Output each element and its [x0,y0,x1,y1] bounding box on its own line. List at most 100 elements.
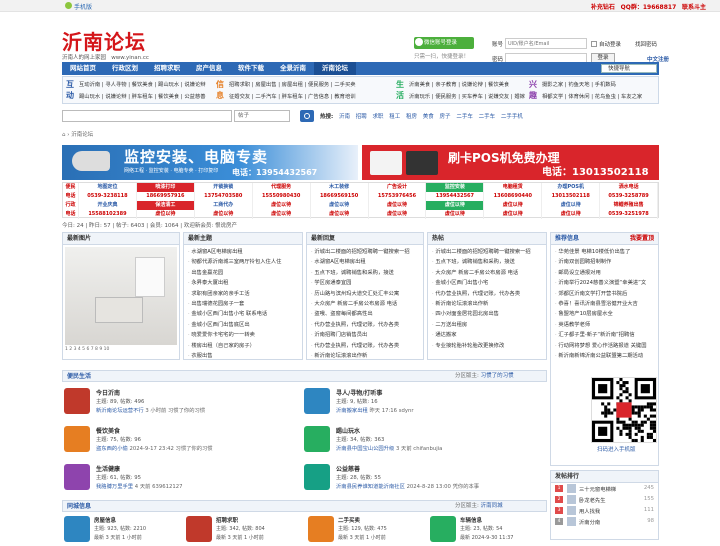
forum-name[interactable]: 生活健康 [96,464,120,473]
ad-grid-cell[interactable]: 监控安装 [426,183,485,192]
hot-topic-link[interactable]: 通达搬家 [432,330,542,340]
ad-grid-cell[interactable]: 虚位以待 [369,201,427,210]
top-link-2[interactable]: 联系斗主 [682,4,706,11]
hot-keyword[interactable]: 招聘 [356,114,367,120]
forum-icon[interactable] [304,388,330,414]
recommend-link[interactable]: 汇子都子里-新子“新沂南”招聘信 [555,330,654,340]
forum-name[interactable]: 二手买卖 [338,516,360,524]
nav-jobs[interactable]: 招聘求职 [146,62,188,75]
ad-grid-cell[interactable]: 13608690440 [484,192,543,201]
forum-icon[interactable] [304,426,330,452]
hot-topic-link[interactable]: 专业接轮胎补轮胎改更换修改 [432,341,542,351]
reply-link[interactable]: 学区房通泰宜园 [311,278,419,288]
ad-grid-cell[interactable]: 虚位以待 [484,201,543,210]
nav-home[interactable]: 网站首页 [62,62,104,75]
wechat-login-button[interactable]: 微信账号登录 [414,37,474,49]
forum-entry[interactable]: 今日沂南 主题: 89, 帖数: 496 新沂南论坛运营不行 3 小时前 习惯了你的… [64,386,304,418]
ad-grid-cell[interactable]: 虚位以待 [542,201,601,210]
hot-keyword[interactable]: 求职 [372,114,383,120]
recommend-link[interactable]: 新沂南新锦沂南公益联盟第二期活动 [555,351,654,361]
ad-grid-cell[interactable]: 虚位以待 [484,210,543,219]
hot-topic-link[interactable]: 沂城出二楼面的招短短聘聘一键搜索一招 [432,247,542,257]
recommend-link[interactable]: 华苑佳景 电梯10楼低价出售了 [555,247,654,257]
banner-pos[interactable]: 刷卡POS机免费办理 电话：13013502118 [362,145,659,180]
topic-link[interactable]: 求职有团亲家的亲手工活 [188,289,298,299]
forum-icon[interactable] [64,516,90,542]
forum-name[interactable]: 房屋信息 [94,516,116,524]
forum-icon[interactable] [308,516,334,542]
forum-icon[interactable] [64,426,90,452]
forum-entry[interactable]: 公益慈善 主题: 28, 帖数: 55 沂南县民养谁知道能沂南社区 2024-8-2… [304,462,544,494]
ad-grid-cell[interactable]: 虚位以待 [253,210,311,219]
forum-last-post[interactable]: 盗东西的小偷 2024-9-17 23:42 习惯了你的习惯 [96,444,213,452]
ranking-row[interactable]: 4 沂南分南 98 [551,516,658,527]
banner-cctv[interactable]: 监控安装、电脑专卖 网络工程 · 监控安装 · 电脑专卖 · 打印复印 电话：1… [62,145,358,180]
hot-keyword[interactable]: 沂南 [339,114,350,120]
forum-name[interactable]: 车辆信息 [460,516,482,524]
ad-grid-cell[interactable]: 工商代办 [195,201,253,210]
checkbox-icon[interactable] [591,40,597,47]
hot-topic-link[interactable]: 新沂南论坛滚滚出作新 [432,299,542,309]
nav-districts[interactable]: 行政区划 [104,62,146,75]
search-scope-select[interactable]: 帖子 [234,110,290,122]
forum-name[interactable]: 招聘求职 [216,516,238,524]
ad-grid-cell[interactable]: 木工装修 [311,183,369,192]
forum-name[interactable]: 寻人/寻物/打听事 [336,388,382,397]
forum-last-post[interactable]: 新沂南论坛运营不行 3 小时前 习惯了你的习惯 [96,406,205,414]
forum-entry[interactable]: 车辆信息 主题: 23, 帖数: 54 最新 2024-9-30 11:37 [430,514,548,546]
ad-grid-cell[interactable]: 虚位以待 [542,210,601,219]
ad-grid-cell[interactable]: 虚位以待 [311,201,369,210]
hot-keyword[interactable]: 二手车 [479,114,496,120]
ad-grid-cell[interactable]: 地图定位 [79,183,137,192]
ad-grid-cell[interactable]: 办理POS机 [542,183,601,192]
hot-topic-link[interactable]: 二万送出租房 [432,320,542,330]
quick-nav-dropdown[interactable]: 快捷导航 [601,64,657,73]
reply-link[interactable]: 新沂南论坛滚滚出作新 [311,351,419,361]
top-link-1[interactable]: QQ群：19668817 [621,4,677,11]
recommend-link[interactable]: 沂南举行2024慈善义演暨“幸美进”文 [555,278,654,288]
ad-grid-cell[interactable]: 虚位以待 [369,210,427,219]
topic-link[interactable]: 出售瑞德花园房子一套 [188,299,298,309]
topic-link[interactable]: 出售金赢花园 [188,268,298,278]
recommend-link[interactable]: 恭喜！喜讯沂南县雪浴健开业大吉 [555,299,654,309]
ad-grid-cell[interactable]: 虚位以待 [311,210,369,219]
rank-user[interactable]: 用人找我 [579,507,600,515]
ad-grid-cell[interactable]: 代理服务 [253,183,311,192]
forum-entry[interactable]: 二手买卖 主题: 129, 帖数: 475 最新 3 天前 1 小时前 [308,514,426,546]
ranking-row[interactable]: 3 用人找我 111 [551,505,658,516]
avatar[interactable] [567,495,576,504]
topic-link[interactable]: 衣服出售 [188,351,298,361]
ad-grid-cell[interactable]: 电脑租赁 [484,183,543,192]
category-links-2[interactable]: 沂南美食 | 亲子教育 | 说嫌论辩 | 餐饮美食 沂南玩乐 | 便民服务 | 买… [409,79,525,103]
hot-keyword[interactable]: 二手车 [456,114,473,120]
forum-name[interactable]: 今日沂南 [96,388,120,397]
qr-caption[interactable]: 扫码进入手机版 [597,445,636,453]
topic-link[interactable]: 金城小区西门出售底区出 [188,320,298,330]
ad-grid-cell[interactable]: 开业庆典 [79,201,137,210]
ad-grid-cell[interactable]: 开锁换锁 [195,183,253,192]
reply-link[interactable]: 沂城出二楼面的招短短聘聘一键搜索一招 [311,247,419,257]
forum-icon[interactable] [430,516,456,542]
recommend-link[interactable]: 沂南双创园聘招制制作 [555,257,654,267]
hot-keyword[interactable]: 房子 [440,114,451,120]
ad-grid-cell[interactable]: 保洁清工 [136,201,195,210]
nav-software[interactable]: 软件下载 [230,62,272,75]
ad-grid-cell[interactable]: 0539-3251978 [600,210,659,219]
forum-name[interactable]: 公益慈善 [336,464,360,473]
forum-icon[interactable] [186,516,212,542]
ad-grid-cell[interactable]: 15588102389 [79,210,137,219]
ad-grid-cell[interactable]: 广告设计 [369,183,427,192]
hot-topic-link[interactable]: 代办营业执照，代理记账，代办各类 [432,289,542,299]
forum-entry[interactable]: 房屋信息 主题: 923, 帖数: 2210 最新 3 天前 1 小时前 [64,514,182,546]
reply-link[interactable]: 沂南招聘门店销售员出 [311,330,419,340]
top-link-0[interactable]: 补充钻石 [591,4,615,11]
rank-user[interactable]: 沂南分南 [579,518,600,526]
ad-grid-cell[interactable]: 虚位以待 [253,201,311,210]
avatar[interactable] [567,506,576,515]
recommend-link[interactable]: 鲁盟地产10层房屋水全 [555,309,654,319]
ranking-row[interactable]: 1 三十元窗电梯梯 245 [551,483,658,494]
hot-topic-link[interactable]: 四小对面金居花园北房出售 [432,309,542,319]
reply-link[interactable]: 大众房产 新房二手房公布房源 电话 [311,299,419,309]
avatar[interactable] [567,484,576,493]
hot-keyword[interactable]: 二手手机 [501,114,523,120]
